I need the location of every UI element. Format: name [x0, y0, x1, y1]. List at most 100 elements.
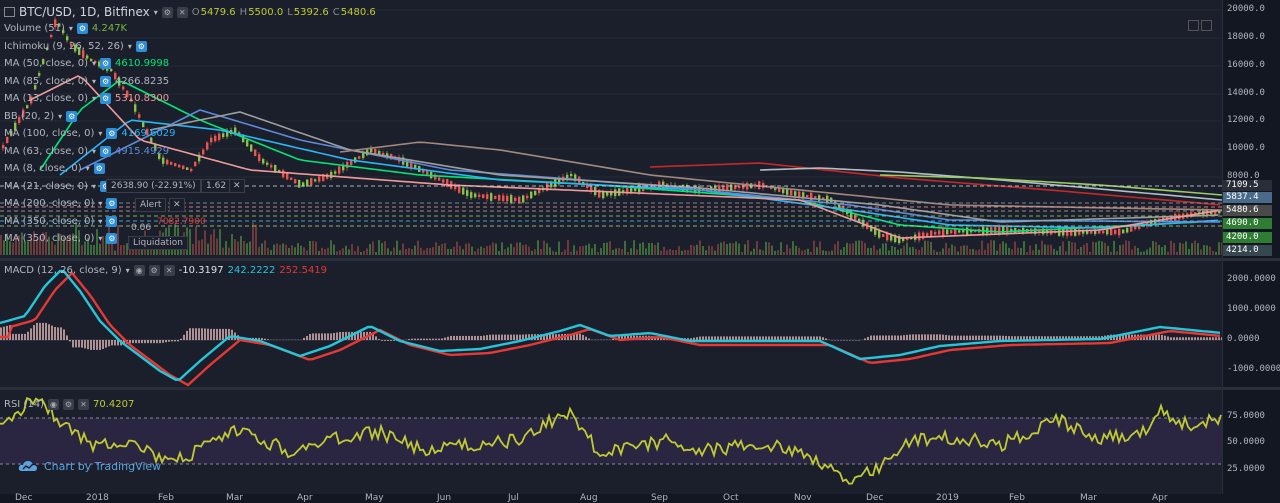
date-label: Sep [651, 494, 668, 502]
settings-icon[interactable]: ⚙ [149, 265, 160, 276]
indicator-label[interactable]: MA (200, close, 0) [4, 198, 94, 209]
indicator-legend-row[interactable]: MA (200, close, 0) ▾ ⚙ [4, 195, 376, 213]
chevron-down-icon[interactable]: ▾ [58, 112, 62, 121]
settings-icon[interactable]: ⚙ [94, 163, 105, 174]
volume-bar [822, 250, 824, 255]
volume-bar [1062, 241, 1064, 255]
expand-icon[interactable] [1188, 20, 1199, 31]
indicator-legend-row[interactable]: MA (63, close, 0)▾⚙4915.4929 [4, 143, 376, 161]
chevron-down-icon[interactable]: ▾ [154, 8, 158, 17]
macd-axis[interactable]: 2000.0000 1000.0000 0.0000 -1000.0000 [1222, 261, 1280, 387]
settings-icon[interactable]: ⚙ [106, 216, 117, 227]
chevron-down-icon[interactable]: ▾ [69, 24, 73, 33]
indicator-label[interactable]: MA (50, close, 0) [4, 58, 88, 69]
indicator-label[interactable]: MA (13, close, 0) [4, 93, 88, 104]
close-icon[interactable]: ✕ [169, 198, 185, 212]
volume-bar [1206, 245, 1208, 255]
macd-histogram-bar [426, 339, 428, 340]
date-label: Mar [1080, 494, 1097, 502]
liquidation-button[interactable]: Liquidation [128, 236, 188, 250]
indicator-label[interactable]: MA (8, close, 0) [4, 163, 82, 174]
measure-box[interactable]: 2638.90 (-22.91%) [106, 179, 201, 193]
settings-icon[interactable]: ⚙ [100, 58, 111, 69]
ohlc-key: C [333, 7, 340, 18]
chevron-down-icon[interactable]: ▾ [92, 94, 96, 103]
close-icon[interactable]: ✕ [177, 7, 188, 18]
candle-body [442, 179, 444, 182]
tradingview-brand[interactable]: Chart by TradingView [18, 459, 161, 473]
indicator-legend-row[interactable]: Volume (51)▾⚙4.247K [4, 20, 376, 38]
volume-bar [534, 249, 536, 255]
chevron-down-icon[interactable]: ▾ [92, 59, 96, 68]
chevron-down-icon[interactable]: ▾ [128, 42, 132, 51]
indicator-label[interactable]: Volume (51) [4, 23, 65, 34]
eye-icon[interactable]: ◉ [48, 399, 59, 410]
indicator-label[interactable]: Ichimoku (9, 26, 52, 26) [4, 41, 124, 52]
volume-bar [654, 245, 656, 255]
indicator-label[interactable]: MA (85, close, 0) [4, 76, 88, 87]
time-axis[interactable]: Dec2018FebMarAprMayJunJulAugSepOctNovDec… [0, 494, 1222, 502]
close-icon[interactable]: ✕ [164, 265, 175, 276]
chevron-down-icon[interactable]: ▾ [98, 234, 102, 243]
indicator-legend-row[interactable]: MA (100, close, 0)▾⚙4169.6029 [4, 125, 376, 143]
settings-icon[interactable]: ⚙ [100, 146, 111, 157]
ratio-box[interactable]: 1.62 [201, 179, 231, 193]
chevron-down-icon[interactable]: ▾ [126, 266, 130, 275]
rsi-tick: 75.0000 [1227, 411, 1265, 421]
macd-histogram-bar [162, 340, 164, 343]
chevron-down-icon[interactable]: ▾ [92, 77, 96, 86]
liquidation-label: Liquidation [133, 238, 183, 248]
volume-bar [885, 243, 887, 255]
indicator-label[interactable]: MA (350, close, 0) [4, 233, 94, 244]
indicator-label[interactable]: MA (63, close, 0) [4, 146, 88, 157]
symbol-title[interactable]: BTC/USD, 1D, Bitfinex [19, 5, 150, 19]
chevron-down-icon[interactable]: ▾ [98, 199, 102, 208]
macd-pane[interactable] [0, 261, 1222, 387]
indicator-legend-row[interactable]: MA (350, close, 0) ▾ ⚙ [4, 230, 376, 248]
settings-icon[interactable]: ⚙ [66, 111, 77, 122]
chevron-down-icon[interactable]: ▾ [92, 182, 96, 191]
chevron-down-icon[interactable]: ▾ [98, 217, 102, 226]
volume-bar [459, 246, 461, 255]
chevron-down-icon[interactable]: ▾ [86, 164, 90, 173]
indicator-legend-row[interactable]: MA (8, close, 0) ▾ ⚙ [4, 160, 376, 178]
settings-icon[interactable]: ⚙ [63, 399, 74, 410]
indicator-legend-row[interactable]: Ichimoku (9, 26, 52, 26) ▾ ⚙ [4, 38, 376, 56]
settings-icon[interactable]: ⚙ [100, 93, 111, 104]
volume-bar [978, 249, 980, 255]
maximize-icon[interactable] [1201, 20, 1212, 31]
settings-icon[interactable]: ⚙ [77, 23, 88, 34]
indicator-legend-row[interactable]: MA (50, close, 0)▾⚙4610.9998 [4, 55, 376, 73]
settings-icon[interactable]: ⚙ [162, 7, 173, 18]
indicator-label[interactable]: MA (100, close, 0) [4, 128, 94, 139]
rsi-axis[interactable]: 75.0000 50.0000 25.0000 [1222, 390, 1280, 494]
indicator-legend-row[interactable]: MA (13, close, 0)▾⚙5310.8300 [4, 90, 376, 108]
macd-label[interactable]: MACD (12, 26, close, 9) [4, 265, 122, 276]
volume-bar [375, 252, 377, 255]
indicator-label[interactable]: MA (21, close, 0) [4, 181, 88, 192]
indicator-legend-row[interactable]: MA (85, close, 0)▾⚙4266.8235 [4, 73, 376, 91]
volume-bar [687, 250, 689, 255]
macd-histogram-bar [1212, 337, 1214, 340]
chevron-down-icon[interactable]: ▾ [98, 129, 102, 138]
collapse-icon[interactable] [4, 7, 15, 17]
indicator-label[interactable]: MA (350, close, 0) [4, 216, 94, 227]
settings-icon[interactable]: ⚙ [136, 41, 147, 52]
settings-icon[interactable]: ⚙ [100, 76, 111, 87]
alert-button[interactable]: Alert [135, 198, 166, 212]
settings-icon[interactable]: ⚙ [106, 233, 117, 244]
rsi-pane[interactable] [0, 390, 1222, 494]
settings-icon[interactable]: ⚙ [106, 198, 117, 209]
chevron-down-icon[interactable]: ▾ [92, 147, 96, 156]
volume-bar [870, 248, 872, 255]
settings-icon[interactable]: ⚙ [106, 128, 117, 139]
volume-bar [906, 243, 908, 255]
close-icon[interactable]: ✕ [229, 179, 245, 193]
candle-body [794, 191, 796, 195]
macd-histogram-bar [204, 328, 206, 340]
indicator-legend-row[interactable]: BB (20, 2) ▾ ⚙ [4, 108, 376, 126]
rsi-label[interactable]: RSI (14) [4, 399, 44, 410]
eye-icon[interactable]: ◉ [134, 265, 145, 276]
close-icon[interactable]: ✕ [78, 399, 89, 410]
indicator-label[interactable]: BB (20, 2) [4, 111, 54, 122]
